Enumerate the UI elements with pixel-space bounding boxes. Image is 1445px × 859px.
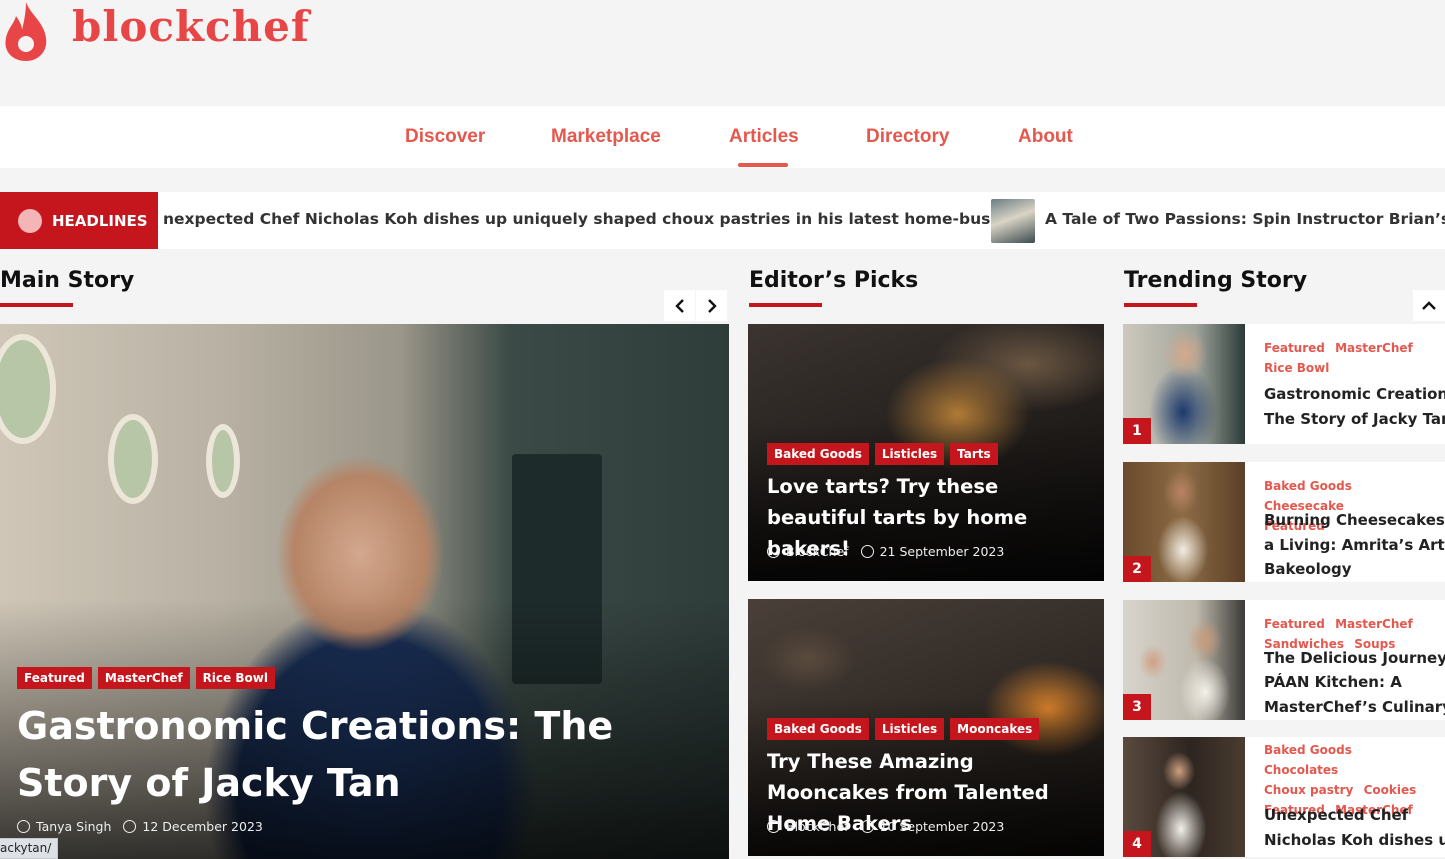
scroll-up-button[interactable] xyxy=(1413,290,1445,321)
tag-featured[interactable]: Featured xyxy=(17,667,92,689)
main-story-title[interactable]: Gastronomic Creations: The Story of Jack… xyxy=(17,698,697,812)
clock-icon xyxy=(860,820,874,833)
pick-tags: Baked Goods Listicles Mooncakes xyxy=(767,718,1040,740)
main-story-meta: Tanya Singh 12 December 2023 xyxy=(17,819,263,834)
category-link[interactable]: Chocolates xyxy=(1264,763,1338,777)
trending-title-line[interactable]: Burning Cheesecakes fo xyxy=(1264,508,1445,533)
main-story-tags: Featured MasterChef Rice Bowl xyxy=(17,667,275,689)
trending-categories: Featured MasterChef Rice Bowl xyxy=(1264,338,1442,378)
status-bar-url: ackytan/ xyxy=(0,838,59,859)
tag-listicles[interactable]: Listicles xyxy=(874,443,945,465)
heading-underline xyxy=(1124,303,1197,307)
trending-item[interactable]: 3 Featured MasterChef Sandwiches Soups T… xyxy=(1123,600,1445,720)
pick-meta: BlockChef 21 September 2023 xyxy=(767,544,1004,559)
carousel-prev-button[interactable] xyxy=(664,290,695,321)
carousel-next-button[interactable] xyxy=(696,290,727,321)
category-link[interactable]: MasterChef xyxy=(1335,617,1413,631)
chevron-up-icon xyxy=(1422,300,1436,310)
trending-title-line[interactable]: Unexpected Chef xyxy=(1264,803,1445,828)
author-name[interactable]: BlockChef xyxy=(786,819,849,834)
user-icon xyxy=(767,820,780,833)
heading-underline xyxy=(749,303,822,307)
chevron-right-icon xyxy=(707,298,717,313)
nav-marketplace[interactable]: Marketplace xyxy=(551,126,661,148)
trending-heading: Trending Story xyxy=(1124,268,1308,293)
trending-rank: 3 xyxy=(1123,694,1151,720)
trending-item[interactable]: 4 Baked Goods Chocolates Choux pastry Co… xyxy=(1123,737,1445,857)
trending-rank: 4 xyxy=(1123,831,1151,857)
category-link[interactable]: Baked Goods xyxy=(1264,743,1352,757)
category-link[interactable]: Choux pastry xyxy=(1264,783,1353,797)
tag-tarts[interactable]: Tarts xyxy=(950,443,998,465)
clock-icon xyxy=(860,545,874,558)
main-story-heading: Main Story xyxy=(0,268,135,293)
trending-title-line[interactable]: The Story of Jacky Tan xyxy=(1264,407,1445,432)
tag-baked-goods[interactable]: Baked Goods xyxy=(767,443,869,465)
wall-plate-decoration xyxy=(0,334,56,444)
user-icon xyxy=(17,820,30,833)
brand-logo[interactable]: blockchef xyxy=(72,2,310,51)
ticker-headline[interactable]: nexpected Chef Nicholas Koh dishes up un… xyxy=(163,210,1036,228)
trending-title-line[interactable]: a Living: Amrita’s Artisa xyxy=(1264,533,1445,558)
category-link[interactable]: Baked Goods xyxy=(1264,479,1352,493)
trending-title-line[interactable]: The Delicious Journey o xyxy=(1264,646,1445,671)
pick-tags: Baked Goods Listicles Tarts xyxy=(767,443,998,465)
main-nav: Discover Marketplace Articles Directory … xyxy=(0,106,1445,168)
trending-title-line[interactable]: PÁAN Kitchen: A xyxy=(1264,670,1445,695)
site-header: blockchef xyxy=(0,0,1445,106)
tag-masterchef[interactable]: MasterChef xyxy=(97,667,190,689)
category-link[interactable]: Featured xyxy=(1264,341,1325,355)
nav-about[interactable]: About xyxy=(1018,126,1073,148)
trending-rank: 1 xyxy=(1123,418,1151,444)
author-name[interactable]: Tanya Singh xyxy=(36,819,111,834)
author-name[interactable]: BlockChef xyxy=(786,544,849,559)
category-link[interactable]: MasterChef xyxy=(1335,341,1413,355)
flame-logo-icon[interactable] xyxy=(0,0,52,62)
trending-title-line[interactable]: Nicholas Koh dishes up xyxy=(1264,828,1445,853)
ticker-headline[interactable]: A Tale of Two Passions: Spin Instructor … xyxy=(1045,210,1445,228)
category-link[interactable]: Featured xyxy=(1264,617,1325,631)
trending-title-line[interactable]: MasterChef’s Culinary xyxy=(1264,695,1445,720)
publish-date: 21 September 2023 xyxy=(879,544,1005,559)
ticker-thumbnail[interactable] xyxy=(991,199,1035,243)
user-icon xyxy=(767,545,780,558)
nav-discover[interactable]: Discover xyxy=(405,126,485,148)
trending-rank: 2 xyxy=(1123,556,1151,582)
trending-title-line[interactable]: Gastronomic Creations: xyxy=(1264,382,1445,407)
nav-active-indicator xyxy=(738,163,788,167)
headlines-badge: HEADLINES xyxy=(0,192,158,249)
tag-listicles[interactable]: Listicles xyxy=(874,718,945,740)
headlines-ticker: HEADLINES nexpected Chef Nicholas Koh di… xyxy=(0,192,1445,249)
publish-date: 10 September 2023 xyxy=(879,819,1005,834)
nav-directory[interactable]: Directory xyxy=(866,126,949,148)
nav-articles[interactable]: Articles xyxy=(729,126,799,148)
clock-icon xyxy=(123,820,137,833)
publish-date: 12 December 2023 xyxy=(142,819,263,834)
chevron-left-icon xyxy=(674,298,684,313)
editors-picks-heading: Editor’s Picks xyxy=(749,268,919,293)
wall-plate-decoration xyxy=(108,414,158,504)
headlines-label: HEADLINES xyxy=(52,211,148,230)
trending-title-line[interactable]: Bakeology xyxy=(1264,557,1445,582)
wall-plate-decoration xyxy=(206,424,240,498)
pulse-dot-icon xyxy=(18,208,42,233)
trending-item[interactable]: 1 Featured MasterChef Rice Bowl Gastrono… xyxy=(1123,324,1445,444)
tag-mooncakes[interactable]: Mooncakes xyxy=(950,718,1040,740)
tag-rice-bowl[interactable]: Rice Bowl xyxy=(195,667,275,689)
category-link[interactable]: Cookies xyxy=(1364,783,1417,797)
heading-underline xyxy=(0,303,73,307)
category-link[interactable]: Rice Bowl xyxy=(1264,361,1329,375)
trending-item[interactable]: 2 Baked Goods Cheesecake Featured Burnin… xyxy=(1123,462,1445,582)
tag-baked-goods[interactable]: Baked Goods xyxy=(767,718,869,740)
pick-meta: BlockChef 10 September 2023 xyxy=(767,819,1004,834)
